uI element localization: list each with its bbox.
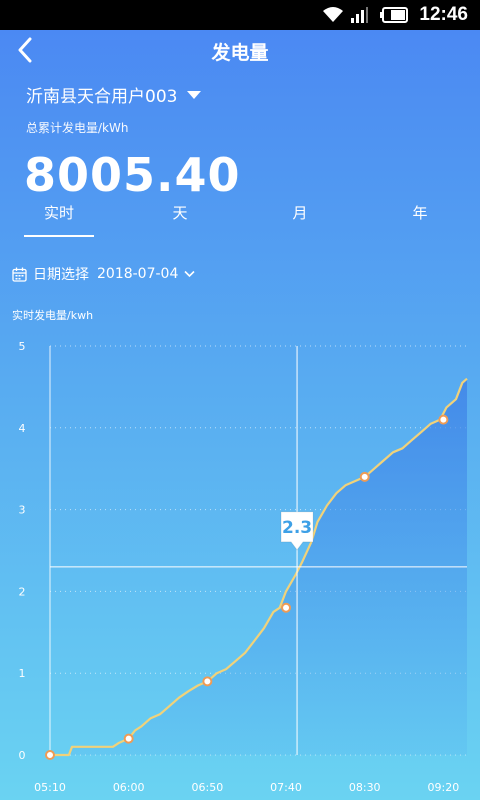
tooltip-value: 2.3	[282, 518, 312, 538]
y-tick-label: 5	[19, 340, 26, 353]
data-point-marker	[281, 602, 292, 613]
y-tick-label: 4	[19, 422, 26, 435]
tab-day[interactable]: 天	[145, 202, 215, 223]
total-label: 总累计发电量/kWh	[26, 121, 129, 135]
tab-month[interactable]: 月	[265, 202, 335, 223]
battery-icon	[380, 7, 408, 23]
chart-y-axis-label: 实时发电量/kwh	[12, 309, 94, 322]
station-selector[interactable]: 沂南县天合用户003	[26, 82, 202, 107]
date-picker[interactable]: 日期选择 2018-07-04	[12, 264, 195, 284]
y-tick-label: 1	[19, 667, 26, 680]
calendar-icon	[12, 267, 27, 282]
data-point-marker	[202, 676, 213, 687]
signal-icon	[351, 7, 368, 23]
y-tick-label: 3	[19, 504, 26, 517]
energy-chart[interactable]: 0 1 2 3 4 5 05:10 06:00 06:50 07:40 08:30 09:20 2.3	[0, 330, 480, 800]
caret-down-icon	[187, 90, 202, 99]
x-tick-label: 07:40	[270, 781, 302, 794]
x-tick-label: 06:00	[113, 781, 145, 794]
period-tabs: 实时 天 月 年	[0, 202, 480, 238]
date-value: 2018-07-04	[97, 266, 179, 282]
data-point-marker	[45, 750, 55, 760]
x-tick-label: 08:30	[349, 781, 381, 794]
total-value: 8005.40	[24, 148, 241, 202]
data-point-marker	[359, 471, 370, 482]
chevron-down-icon	[184, 270, 195, 278]
page-title: 发电量	[211, 42, 269, 64]
active-tab-indicator	[24, 235, 94, 237]
y-tick-label: 0	[19, 749, 26, 762]
tab-year[interactable]: 年	[385, 202, 455, 223]
date-label: 日期选择	[33, 267, 89, 283]
status-bar: 12:46	[0, 0, 480, 30]
x-tick-label: 06:50	[192, 781, 224, 794]
wifi-icon	[323, 7, 343, 22]
station-name: 沂南县天合用户003	[26, 87, 178, 107]
data-point-marker	[438, 414, 449, 425]
status-time: 12:46	[419, 4, 468, 25]
x-tick-label: 09:20	[428, 781, 460, 794]
x-tick-label: 05:10	[34, 781, 66, 794]
y-tick-label: 2	[19, 585, 26, 598]
tab-realtime[interactable]: 实时	[24, 202, 94, 223]
data-point-marker	[123, 733, 134, 744]
nav-bar: 发电量	[0, 30, 480, 70]
